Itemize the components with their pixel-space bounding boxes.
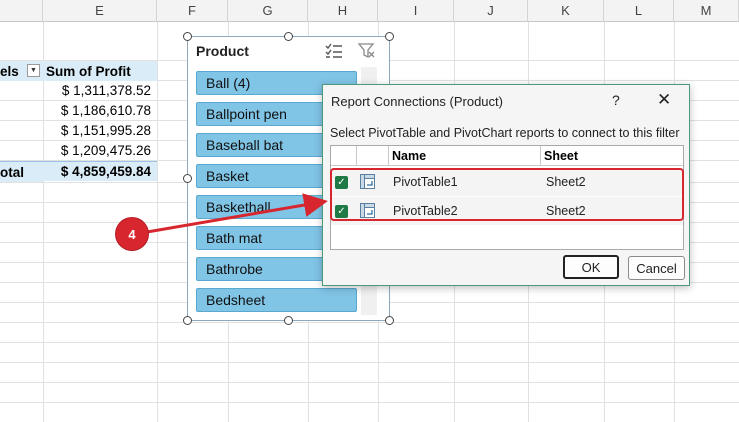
resize-handle[interactable] (284, 32, 293, 41)
dialog-instruction: Select PivotTable and PivotChart reports… (330, 126, 680, 140)
column-header-sheet[interactable]: Sheet (541, 146, 683, 166)
help-button[interactable]: ? (612, 92, 620, 108)
column-header-h[interactable]: H (308, 0, 378, 22)
column-header-icon (357, 146, 389, 166)
column-header-m[interactable]: M (674, 0, 739, 22)
dialog-title: Report Connections (Product) (331, 94, 503, 109)
resize-handle[interactable] (183, 32, 192, 41)
highlight-box (330, 168, 684, 221)
close-icon[interactable]: ✕ (657, 90, 671, 110)
pivot-grand-total-value[interactable]: $ 4,859,459.84 (43, 161, 157, 181)
step-badge: 4 (116, 218, 148, 250)
multi-select-icon[interactable] (324, 41, 344, 61)
clear-filter-icon[interactable] (357, 41, 377, 61)
pivot-grand-total-label[interactable]: otal (0, 161, 43, 182)
pivot-value[interactable]: $ 1,311,378.52 (43, 80, 151, 100)
resize-handle[interactable] (183, 174, 192, 183)
pivot-value[interactable]: $ 1,151,995.28 (43, 120, 151, 140)
cancel-button[interactable]: Cancel (628, 256, 685, 280)
ok-button[interactable]: OK (563, 255, 619, 279)
resize-handle[interactable] (284, 316, 293, 325)
column-header-checkbox (331, 146, 357, 166)
column-header-j[interactable]: J (454, 0, 528, 22)
column-header-g[interactable]: G (228, 0, 308, 22)
pivot-header-sum-of-profit[interactable]: Sum of Profit (43, 61, 157, 81)
pivot-value[interactable]: $ 1,209,475.26 (43, 140, 151, 160)
column-header-name[interactable]: Name (389, 146, 541, 166)
column-header-l[interactable]: L (604, 0, 674, 22)
slicer-item[interactable]: Bedsheet (196, 288, 357, 312)
column-header-left[interactable] (0, 0, 43, 22)
row-labels-filter-button[interactable]: ▼ (27, 64, 40, 77)
column-header-i[interactable]: I (378, 0, 454, 22)
resize-handle[interactable] (385, 316, 394, 325)
resize-handle[interactable] (385, 32, 394, 41)
slicer-title: Product (196, 43, 249, 59)
resize-handle[interactable] (183, 316, 192, 325)
column-header-e[interactable]: E (43, 0, 157, 22)
pivot-header-row-labels-text: els (0, 63, 19, 79)
column-header-f[interactable]: F (157, 0, 228, 22)
pivot-value[interactable]: $ 1,186,610.78 (43, 100, 151, 120)
column-header-k[interactable]: K (528, 0, 604, 22)
